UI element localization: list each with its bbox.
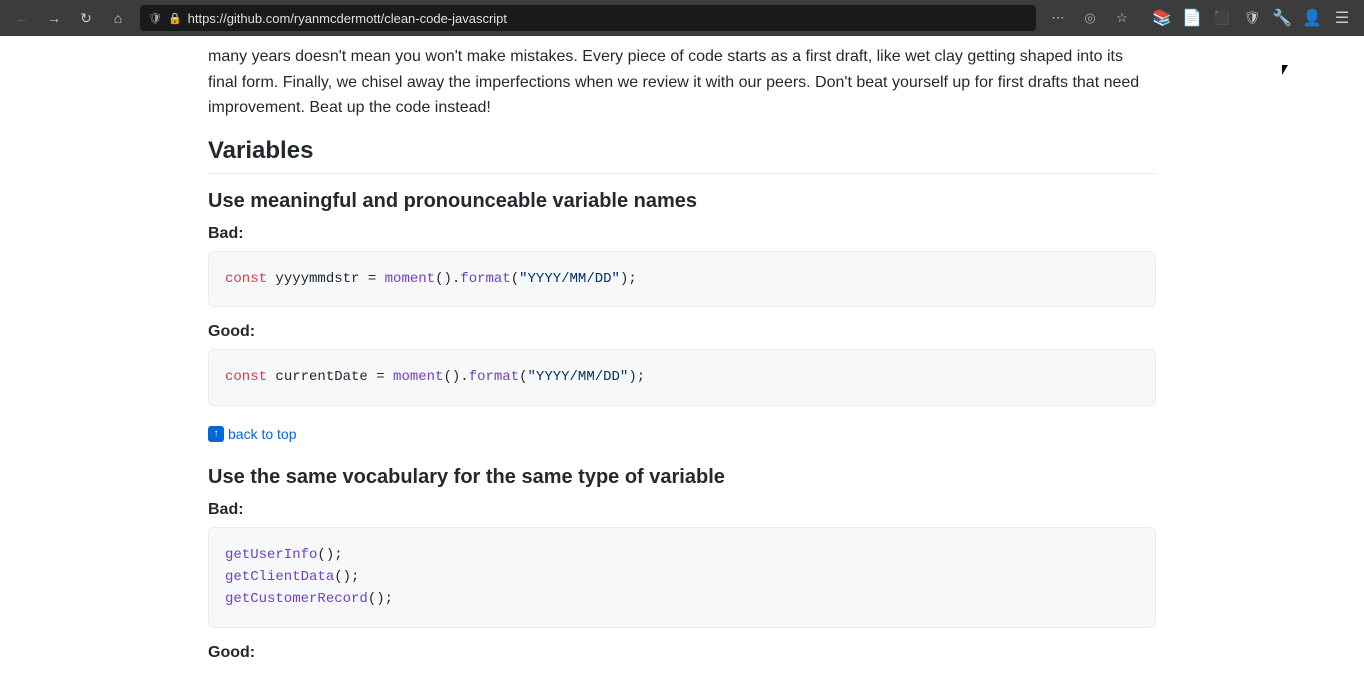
bad-label-2: Bad: — [208, 501, 1156, 519]
good-code-block-1: const currentDate = moment().format("YYY… — [208, 349, 1156, 405]
bad-label-1: Bad: — [208, 225, 1156, 243]
back-to-top-label: back to top — [228, 426, 297, 442]
forward-button[interactable]: → — [40, 4, 68, 32]
shield-icon: 🛡 — [148, 12, 162, 25]
pocket-button[interactable]: ◎ — [1076, 4, 1104, 32]
address-bar[interactable]: 🛡 🔒 https://github.com/ryanmcdermott/cle… — [140, 5, 1036, 31]
reader-mode-icon[interactable]: 📄 — [1178, 4, 1206, 32]
intro-paragraph: many years doesn't mean you won't make m… — [208, 44, 1156, 121]
arrow-up-icon: ↑ — [208, 426, 224, 442]
bad-code-block-2: getUserInfo(); getClientData(); getCusto… — [208, 527, 1156, 628]
good-label-2: Good: — [208, 644, 1156, 662]
bad-code-block-1: const yyyymmdstr = moment().format("YYYY… — [208, 251, 1156, 307]
back-button[interactable]: ← — [8, 4, 36, 32]
screenshot-icon[interactable]: ⬛ — [1208, 4, 1236, 32]
extension-icon[interactable]: 🔧 — [1268, 4, 1296, 32]
variables-heading: Variables — [208, 137, 1156, 174]
more-button[interactable]: ⋯ — [1044, 4, 1072, 32]
keyword-const-2: const — [225, 369, 267, 385]
code-line-2: getClientData(); — [225, 566, 1139, 588]
content-wrapper: many years doesn't mean you won't make m… — [192, 36, 1172, 692]
section1-heading: Use meaningful and pronounceable variabl… — [208, 190, 1156, 213]
star-button[interactable]: ☆ — [1108, 4, 1136, 32]
section2-heading: Use the same vocabulary for the same typ… — [208, 466, 1156, 489]
string-format-2: "YYYY/MM/DD" — [528, 369, 629, 385]
code-line-1: getUserInfo(); — [225, 544, 1139, 566]
menu-icon[interactable]: ☰ — [1328, 4, 1356, 32]
string-format-1: "YYYY/MM/DD" — [519, 271, 620, 287]
profile-icon[interactable]: 👤 — [1298, 4, 1326, 32]
refresh-button[interactable]: ↻ — [72, 4, 100, 32]
lock-icon: 🔒 — [168, 12, 182, 25]
shield2-icon[interactable]: 🛡 — [1238, 4, 1266, 32]
keyword-const-1: const — [225, 271, 267, 287]
browser-action-buttons: ⋯ ◎ ☆ — [1044, 4, 1136, 32]
back-to-top-link[interactable]: ↑ back to top — [208, 426, 297, 442]
library-icon[interactable]: 📚 — [1148, 4, 1176, 32]
method-format-2: format — [469, 369, 519, 385]
function-moment-2: moment — [393, 369, 443, 385]
code-line-3: getCustomerRecord(); — [225, 588, 1139, 610]
browser-extension-icons: 📚 📄 ⬛ 🛡 🔧 👤 ☰ — [1148, 4, 1356, 32]
browser-chrome: ← → ↻ ⌂ 🛡 🔒 https://github.com/ryanmcder… — [0, 0, 1364, 36]
function-moment-1: moment — [385, 271, 435, 287]
main-content: many years doesn't mean you won't make m… — [0, 36, 1364, 692]
good-label-1: Good: — [208, 323, 1156, 341]
url-text: https://github.com/ryanmcdermott/clean-c… — [188, 11, 1028, 26]
method-format-1: format — [460, 271, 510, 287]
home-button[interactable]: ⌂ — [104, 4, 132, 32]
